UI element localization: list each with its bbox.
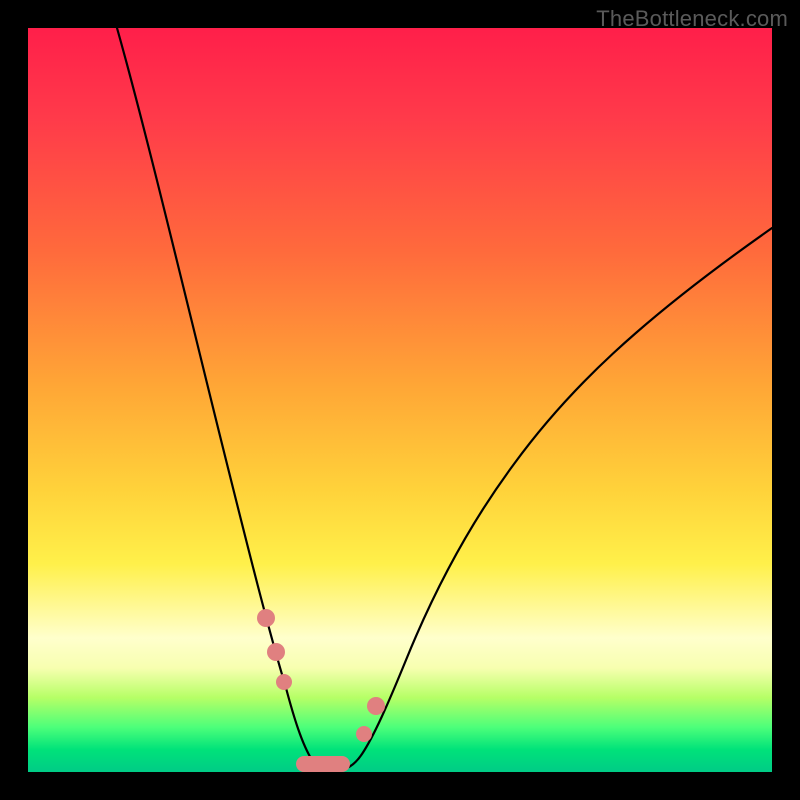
curve-marker: [367, 697, 385, 715]
watermark: TheBottleneck.com: [596, 6, 788, 32]
curve-svg: [28, 28, 772, 772]
curve-marker: [257, 609, 275, 627]
curve-marker: [356, 726, 372, 742]
plot-area: [28, 28, 772, 772]
curve-marker: [276, 674, 292, 690]
outer-frame: TheBottleneck.com: [0, 0, 800, 800]
bottleneck-curve: [117, 28, 772, 770]
curve-marker: [267, 643, 285, 661]
curve-minimum-marker: [296, 756, 350, 772]
